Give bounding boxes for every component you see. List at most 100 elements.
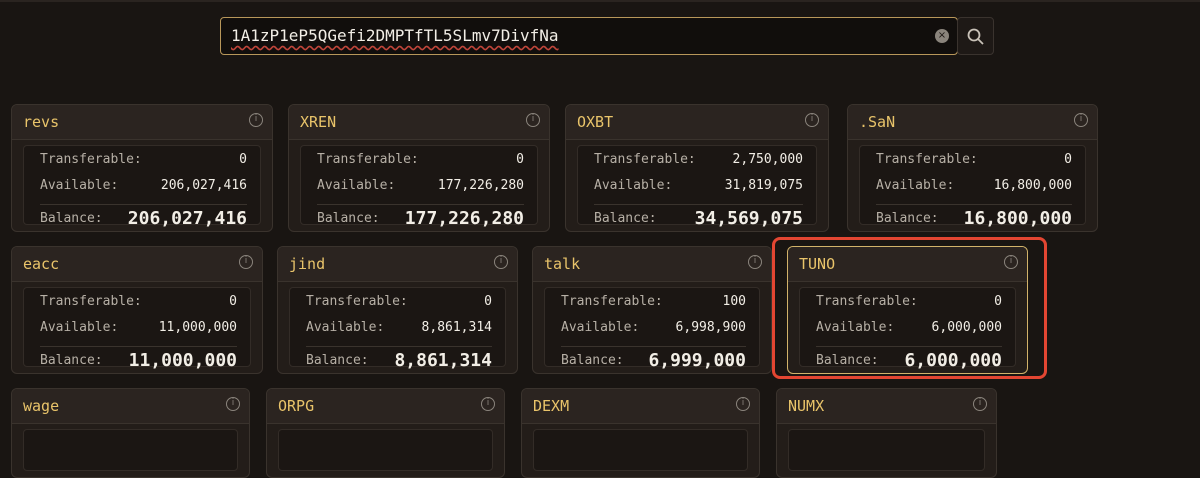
- card-header: DEXM i: [522, 389, 759, 424]
- available-row: Available: 6,998,900: [561, 320, 746, 342]
- balance-label: Balance:: [876, 211, 939, 226]
- available-row: Available: 206,027,416: [40, 178, 247, 200]
- available-label: Available:: [40, 320, 119, 335]
- info-icon[interactable]: i: [973, 397, 987, 411]
- info-icon[interactable]: i: [249, 113, 263, 127]
- available-label: Available:: [317, 178, 396, 193]
- transferable-row: Transferable: 0: [816, 294, 1002, 316]
- token-ticker: revs: [23, 113, 60, 131]
- transferable-label: Transferable:: [594, 152, 696, 167]
- card-body: Transferable: 0 Available: 177,226,280 Bal…: [300, 145, 538, 229]
- available-value: 31,819,075: [724, 178, 803, 193]
- token-card-tuno[interactable]: TUNO i Transferable: 0 Available: 6,000,00…: [787, 246, 1028, 374]
- token-ticker: XREN: [300, 113, 337, 131]
- card-body: Transferable: 2,750,000 Available: 31,819,…: [577, 145, 817, 229]
- transferable-value: 0: [484, 294, 492, 309]
- transferable-value: 0: [1064, 152, 1072, 167]
- balance-value: 8,861,314: [394, 350, 492, 371]
- token-card-eacc[interactable]: eacc i Transferable: 0 Available: 11,000,0…: [11, 246, 263, 374]
- info-icon[interactable]: i: [1074, 113, 1088, 127]
- available-row: Available: 11,000,000: [40, 320, 237, 342]
- token-card-oxbt[interactable]: OXBT i Transferable: 2,750,000 Available:…: [565, 104, 829, 232]
- card-body: Transferable: 0 Available: 8,861,314 Balan…: [289, 287, 506, 371]
- token-ticker: talk: [544, 255, 581, 273]
- balance-value: 177,226,280: [404, 208, 524, 229]
- card-header: .SaN i: [848, 105, 1097, 140]
- balance-row: Balance: 6,999,000: [561, 346, 746, 373]
- available-value: 6,000,000: [931, 320, 1002, 335]
- token-card-xren[interactable]: XREN i Transferable: 0 Available: 177,226,…: [288, 104, 550, 232]
- card-header: ORPG i: [267, 389, 504, 424]
- address-search-input[interactable]: [231, 18, 921, 54]
- transferable-row: Transferable: 0: [40, 152, 247, 174]
- balance-value: 206,027,416: [127, 208, 247, 229]
- balance-row: Balance: 11,000,000: [40, 346, 237, 373]
- balance-label: Balance:: [816, 353, 879, 368]
- balance-row: Balance: 8,861,314: [306, 346, 492, 373]
- token-ticker: ORPG: [278, 397, 315, 415]
- info-icon[interactable]: i: [1004, 255, 1018, 269]
- info-icon[interactable]: i: [805, 113, 819, 127]
- card-header: OXBT i: [566, 105, 828, 140]
- balance-label: Balance:: [317, 211, 380, 226]
- transferable-label: Transferable:: [40, 152, 142, 167]
- available-label: Available:: [594, 178, 673, 193]
- token-ticker: jind: [289, 255, 326, 273]
- transferable-label: Transferable:: [561, 294, 663, 309]
- card-header: NUMX i: [777, 389, 996, 424]
- balance-row: Balance: 6,000,000: [816, 346, 1002, 373]
- transferable-row: Transferable: 0: [306, 294, 492, 316]
- transferable-row: Transferable: 0: [40, 294, 237, 316]
- balance-value: 11,000,000: [128, 350, 237, 371]
- token-ticker: eacc: [23, 255, 60, 273]
- available-row: Available: 6,000,000: [816, 320, 1002, 342]
- available-value: 6,998,900: [675, 320, 746, 335]
- balance-row: Balance: 206,027,416: [40, 204, 247, 231]
- token-card-jind[interactable]: jind i Transferable: 0 Available: 8,861,31…: [277, 246, 518, 374]
- info-icon[interactable]: i: [736, 397, 750, 411]
- top-divider: [0, 0, 1200, 2]
- balance-label: Balance:: [306, 353, 369, 368]
- token-ticker: wage: [23, 397, 60, 415]
- available-value: 16,800,000: [993, 178, 1072, 193]
- balance-label: Balance:: [40, 211, 103, 226]
- token-card-revs[interactable]: revs i Transferable: 0 Available: 206,027,…: [11, 104, 273, 232]
- transferable-value: 0: [229, 294, 237, 309]
- token-card-san[interactable]: .SaN i Transferable: 0 Available: 16,800,0…: [847, 104, 1098, 232]
- available-row: Available: 16,800,000: [876, 178, 1072, 200]
- transferable-value: 0: [516, 152, 524, 167]
- available-value: 11,000,000: [158, 320, 237, 335]
- info-icon[interactable]: i: [526, 113, 540, 127]
- info-icon[interactable]: i: [494, 255, 508, 269]
- transferable-label: Transferable:: [306, 294, 408, 309]
- available-label: Available:: [306, 320, 385, 335]
- info-icon[interactable]: i: [481, 397, 495, 411]
- transferable-row: Transferable: 100: [561, 294, 746, 316]
- info-icon[interactable]: i: [239, 255, 253, 269]
- available-row: Available: 31,819,075: [594, 178, 803, 200]
- transferable-row: Transferable: 2,750,000: [594, 152, 803, 174]
- card-body: Transferable: 0 Available: 6,000,000 Balan…: [799, 287, 1016, 371]
- clear-icon[interactable]: ×: [935, 29, 949, 43]
- card-header: talk i: [533, 247, 771, 282]
- transferable-row: Transferable: 0: [876, 152, 1072, 174]
- address-search-box[interactable]: ×: [220, 17, 958, 55]
- available-label: Available:: [816, 320, 895, 335]
- token-ticker: NUMX: [788, 397, 825, 415]
- balance-row: Balance: 34,569,075: [594, 204, 803, 231]
- token-card-talk[interactable]: talk i Transferable: 100 Available: 6,998,…: [532, 246, 772, 374]
- card-header: revs i: [12, 105, 272, 140]
- token-ticker: TUNO: [799, 255, 836, 273]
- balance-value: 34,569,075: [694, 208, 803, 229]
- balance-label: Balance:: [40, 353, 103, 368]
- search-button[interactable]: [957, 17, 994, 55]
- available-value: 206,027,416: [160, 178, 247, 193]
- card-body: Transferable: 0 Available: 11,000,000 Bala…: [23, 287, 251, 371]
- token-ticker: DEXM: [533, 397, 570, 415]
- balance-label: Balance:: [594, 211, 657, 226]
- card-header: wage i: [12, 389, 249, 424]
- transferable-value: 100: [722, 294, 746, 309]
- info-icon[interactable]: i: [226, 397, 240, 411]
- info-icon[interactable]: i: [748, 255, 762, 269]
- token-ticker: OXBT: [577, 113, 614, 131]
